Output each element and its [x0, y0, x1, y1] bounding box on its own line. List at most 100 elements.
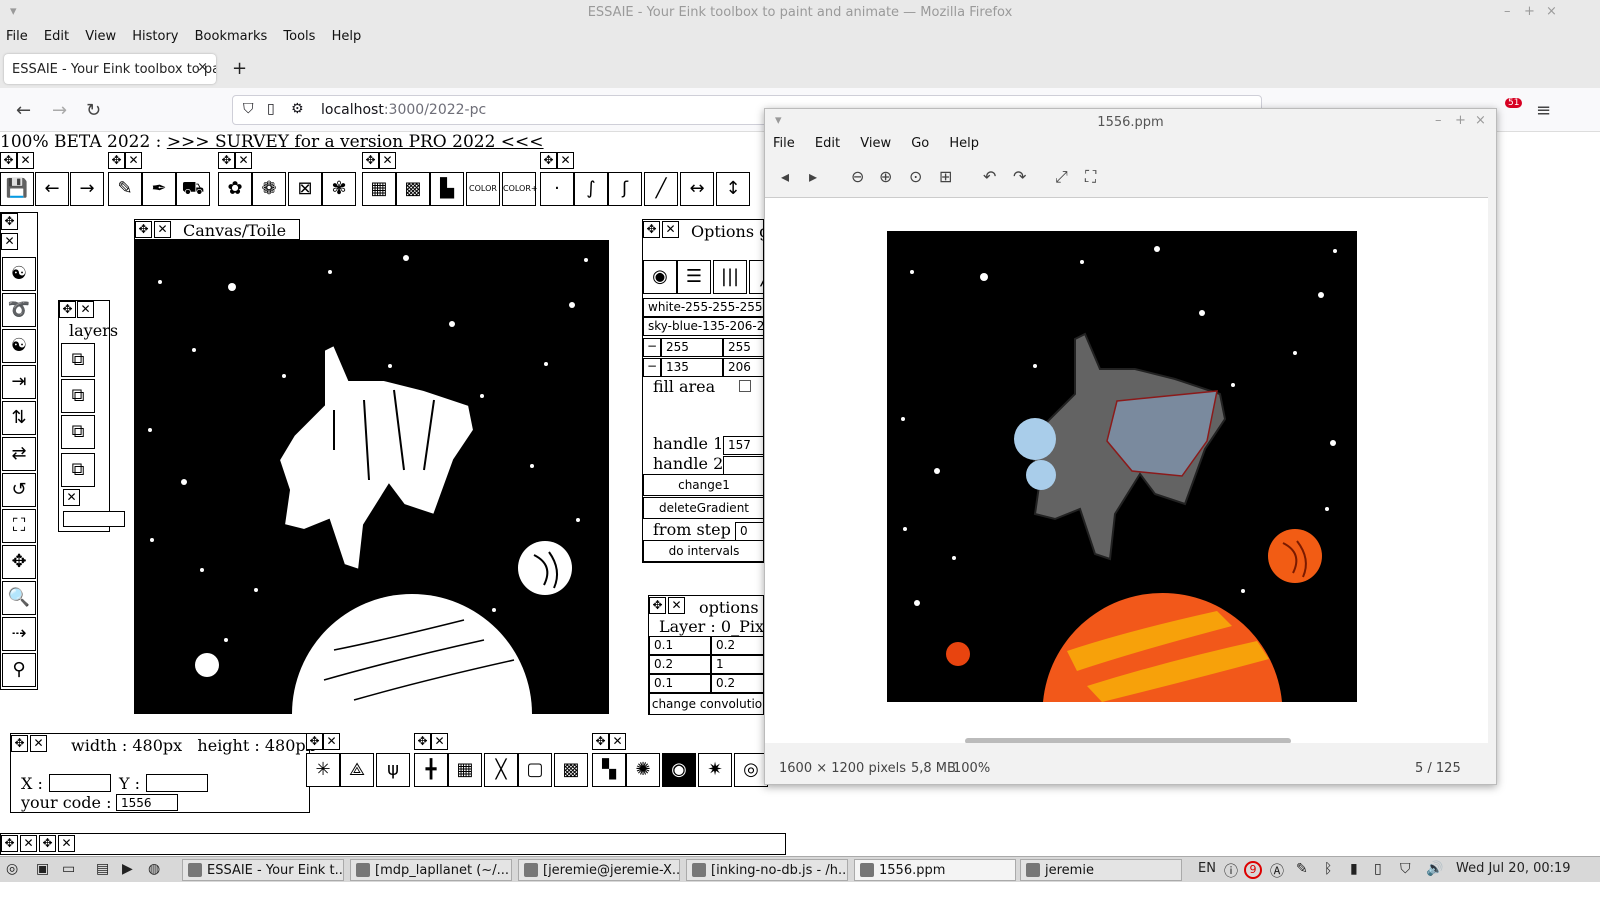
close-icon[interactable]: ✕: [379, 152, 396, 169]
rotate-right-icon[interactable]: ↷: [1013, 167, 1026, 186]
rgb-input[interactable]: 255: [723, 338, 763, 357]
eog-menu-help[interactable]: Help: [941, 136, 987, 151]
minus-icon[interactable]: −: [643, 338, 661, 357]
color-plus-button[interactable]: COLOR+: [502, 172, 538, 206]
clipboard-icon[interactable]: ▯: [1374, 861, 1382, 877]
gradient-radial-icon[interactable]: ◉: [643, 260, 677, 294]
task-home-folder[interactable]: jeremie: [1020, 859, 1182, 881]
pattern-eyes-icon[interactable]: ◉: [662, 753, 696, 787]
close-icon[interactable]: ✕: [1, 233, 18, 250]
pattern-rays-icon[interactable]: ✳: [306, 753, 340, 787]
palette-delete-icon[interactable]: ⊠: [288, 172, 322, 206]
menu-tools[interactable]: Tools: [277, 26, 321, 44]
permissions-icon[interactable]: ⚙: [291, 101, 304, 117]
texture-icon[interactable]: ▩: [396, 172, 430, 206]
move-icon[interactable]: ✥: [1, 213, 18, 230]
back-icon[interactable]: ←: [16, 100, 31, 121]
hamburger-menu-icon[interactable]: ≡: [1536, 100, 1551, 121]
pattern-grid-fine-icon[interactable]: ▦: [448, 753, 482, 787]
close-icon[interactable]: ✕: [30, 735, 47, 752]
menu-file[interactable]: File: [0, 26, 34, 44]
move-canvas-icon[interactable]: ✥: [2, 545, 36, 579]
slideshow-icon[interactable]: ⛶: [1085, 167, 1096, 187]
security-icon[interactable]: ⛉: [1400, 861, 1411, 877]
move-icon[interactable]: ✥: [0, 152, 17, 169]
palette-icon[interactable]: ✿: [218, 172, 252, 206]
maximize-icon[interactable]: +: [1524, 4, 1535, 19]
move-icon[interactable]: ✥: [649, 597, 666, 614]
eyedropper-icon[interactable]: ⚲: [2, 653, 36, 687]
close-window-icon[interactable]: ×: [1475, 113, 1486, 128]
split-icon[interactable]: ⇥: [2, 365, 36, 399]
eog-menu-go[interactable]: Go: [903, 136, 937, 151]
pattern-grid-icon[interactable]: ╋: [414, 753, 448, 787]
keyboard-language[interactable]: EN: [1198, 861, 1216, 876]
pattern-burst-icon[interactable]: ✺: [626, 753, 660, 787]
previous-image-icon[interactable]: ◂: [781, 167, 789, 186]
layer-add-icon[interactable]: ⧉: [61, 343, 95, 377]
battery-icon[interactable]: ▮: [1350, 861, 1358, 877]
zoom-in-icon[interactable]: ⊕: [879, 167, 892, 186]
layer-name-input[interactable]: [63, 511, 125, 527]
x-input[interactable]: [49, 774, 111, 792]
clock[interactable]: Wed Jul 20, 00:19: [1456, 861, 1571, 876]
close-icon[interactable]: ✕: [154, 221, 171, 238]
close-tab-icon[interactable]: ×: [197, 60, 208, 75]
file-manager-icon[interactable]: ▤: [96, 861, 109, 877]
eog-menu-file[interactable]: File: [765, 136, 803, 151]
kernel-cell[interactable]: 0.2: [649, 655, 711, 674]
minus-icon[interactable]: −: [643, 358, 661, 377]
from-step-input[interactable]: 0: [735, 522, 763, 541]
move-icon[interactable]: ✥: [135, 221, 152, 238]
pattern-dense-grid-icon[interactable]: ▩: [554, 753, 588, 787]
close-window-icon[interactable]: ×: [1546, 4, 1557, 19]
do-intervals-button[interactable]: do intervals: [643, 540, 763, 562]
stamp-icon[interactable]: ⛟: [176, 172, 210, 206]
menu-history[interactable]: History: [126, 26, 184, 44]
move-icon[interactable]: ✥: [39, 835, 56, 852]
pattern-branch-icon[interactable]: ψ: [376, 753, 410, 787]
forward-icon[interactable]: →: [52, 100, 67, 121]
survey-link[interactable]: >>> SURVEY for a version PRO 2022 <<<: [167, 132, 544, 152]
curve-s-icon[interactable]: ∫: [574, 172, 608, 206]
menu-view[interactable]: View: [79, 26, 122, 44]
zoom-icon[interactable]: 🔍: [2, 581, 36, 615]
roller-icon[interactable]: ▦: [362, 172, 396, 206]
flip-vertical-icon[interactable]: ⇅: [2, 401, 36, 435]
rotate-left-icon[interactable]: ↶: [983, 167, 996, 186]
layer-select-icon[interactable]: ⧉: [61, 453, 95, 487]
window-menu-icon[interactable]: ▾: [775, 113, 782, 128]
color-swatch-sky-blue[interactable]: sky-blue-135-206-2: [643, 317, 763, 336]
save-icon[interactable]: 💾: [0, 172, 34, 206]
kernel-cell[interactable]: 1: [711, 655, 763, 674]
undo-arrow-icon[interactable]: ←: [35, 172, 69, 206]
close-icon[interactable]: ✕: [557, 152, 574, 169]
pattern-spark-icon[interactable]: ✷: [698, 753, 732, 787]
close-icon[interactable]: ✕: [235, 152, 252, 169]
close-icon[interactable]: ✕: [17, 152, 34, 169]
task-image-viewer[interactable]: 1556.ppm: [854, 859, 1016, 881]
task-editor[interactable]: [mdp_lapllanet (~/...: [350, 859, 512, 881]
next-image-icon[interactable]: ▸: [809, 167, 817, 186]
menu-edit[interactable]: Edit: [38, 26, 75, 44]
rgb-input[interactable]: 206: [723, 358, 763, 377]
fill-bucket-icon[interactable]: ▙: [430, 172, 464, 206]
pattern-square-icon[interactable]: ▢: [518, 753, 552, 787]
reload-icon[interactable]: ↻: [86, 100, 101, 121]
move-icon[interactable]: ✥: [218, 152, 235, 169]
change1-button[interactable]: change1: [643, 474, 763, 496]
tab-essaie[interactable]: ESSAIE - Your Eink toolbox to pa ×: [4, 54, 216, 84]
firefox-launcher-icon[interactable]: ◍: [148, 861, 160, 877]
move-icon[interactable]: ✥: [306, 733, 323, 750]
pen-icon[interactable]: ✒: [142, 172, 176, 206]
move-icon[interactable]: ✥: [1, 835, 18, 852]
layer-duplicate-icon[interactable]: ⧉: [61, 379, 95, 413]
minimize-icon[interactable]: –: [1435, 113, 1442, 128]
change-convolution-button[interactable]: change convolutio: [649, 693, 763, 714]
menu-bookmarks[interactable]: Bookmarks: [189, 26, 274, 44]
pen-tray-icon[interactable]: ✎: [1296, 861, 1308, 877]
kernel-cell[interactable]: 0.2: [711, 636, 763, 655]
yin-yang-icon[interactable]: ☯: [2, 329, 36, 363]
zoom-normal-icon[interactable]: ⊙: [909, 167, 922, 186]
palette-small-icon[interactable]: ✾: [322, 172, 356, 206]
